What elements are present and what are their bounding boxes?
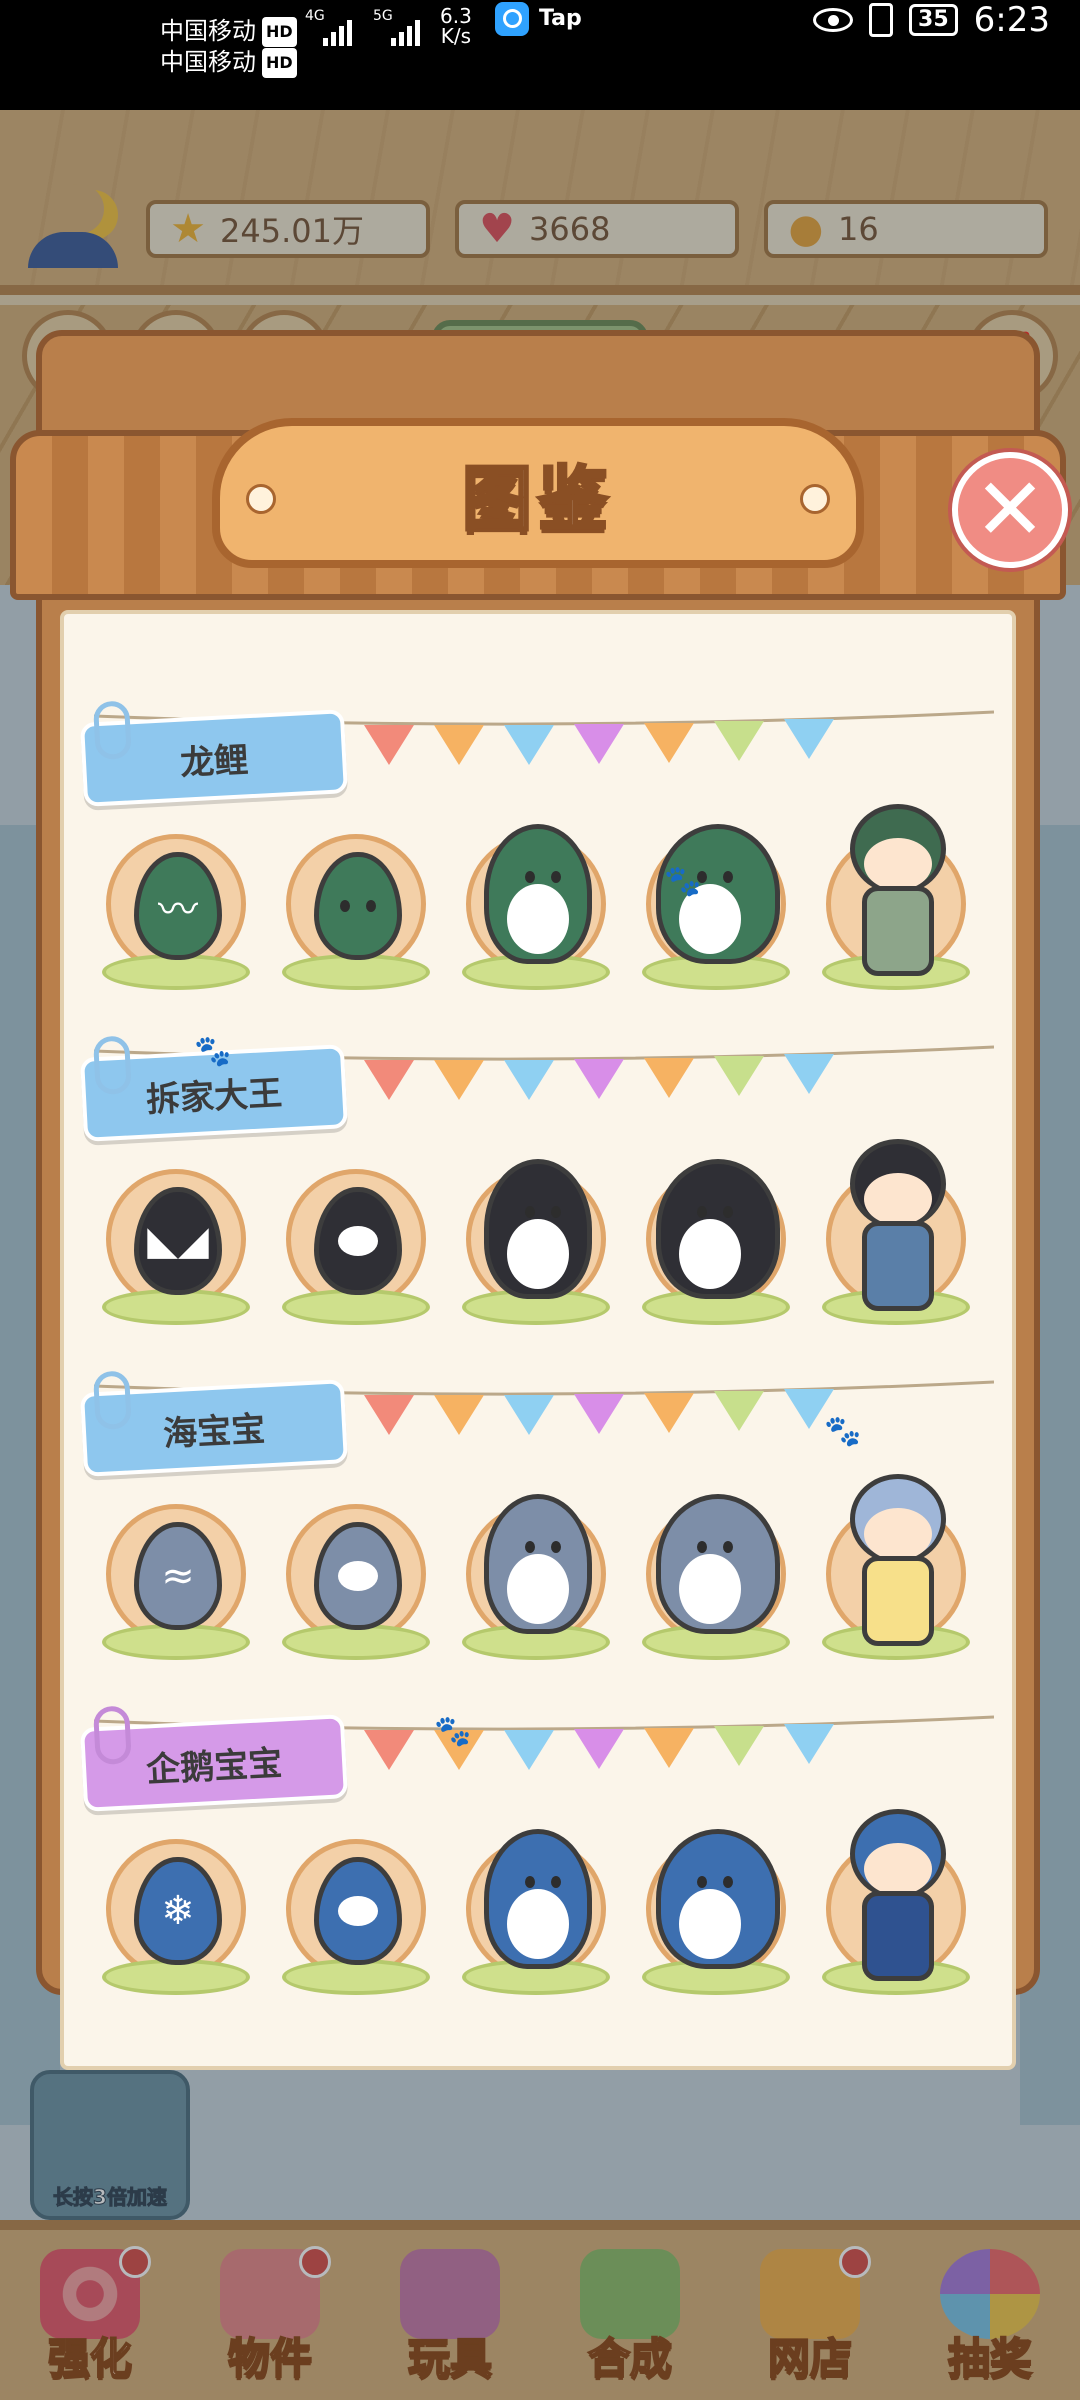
paw-print-icon: 🐾 xyxy=(664,864,702,899)
close-button[interactable]: ✕ xyxy=(952,452,1068,568)
speed-value: 6.3 xyxy=(440,4,472,28)
tap-notification: Tap xyxy=(495,2,582,36)
collection-slot[interactable] xyxy=(636,1474,796,1684)
collection-slot[interactable]: ❄ xyxy=(96,1809,256,2019)
collection-slot[interactable] xyxy=(636,1139,796,1349)
collection-slot[interactable] xyxy=(816,1139,976,1349)
penguin-icon xyxy=(656,1829,780,1969)
collection-slot[interactable] xyxy=(636,1809,796,2019)
collection-slot[interactable] xyxy=(456,1474,616,1684)
collection-slot[interactable]: 〰 xyxy=(96,804,256,1014)
dialog-title-plate: 图鉴 xyxy=(212,418,864,568)
collection-section-penguin: 企鹅宝宝 ❄ xyxy=(64,1705,1020,2029)
baby-dragon-icon xyxy=(484,824,592,964)
paperclip-icon xyxy=(92,1370,132,1431)
section-badge: 企鹅宝宝 xyxy=(79,1705,349,1812)
nav-label: 玩具 xyxy=(407,2333,493,2384)
carrier-1: 中国移动 xyxy=(160,17,256,45)
collection-section-haibaobao: 海宝宝 ≈ xyxy=(64,1370,1020,1694)
carrier-2: 中国移动 xyxy=(160,48,256,76)
nav-label: 强化 xyxy=(47,2333,133,2384)
paw-print-icon: 🐾 xyxy=(194,1034,232,1069)
paperclip-icon xyxy=(92,1705,132,1766)
network-speed: 6.3 K/s xyxy=(440,6,472,46)
paperclip-icon xyxy=(92,700,132,761)
collection-section-chaijia: 拆家大王 ◣◢ xyxy=(64,1035,1020,1359)
nav-label: 合成 xyxy=(587,2333,673,2384)
collection-section-longli: 龙鲤 〰 xyxy=(64,700,1020,1024)
nav-label: 抽奖 xyxy=(947,2333,1033,2384)
collection-slot[interactable]: ≈ xyxy=(96,1474,256,1684)
nav-label: 网店 xyxy=(767,2333,853,2384)
section-title: 企鹅宝宝 xyxy=(145,1742,284,1791)
nav-label: 物件 xyxy=(227,2333,313,2384)
status-right: 35 6:23 xyxy=(813,0,1050,40)
net-type-2: 5G xyxy=(373,8,393,24)
collection-slot[interactable] xyxy=(816,804,976,1014)
collection-slot[interactable] xyxy=(276,1474,436,1684)
collection-slot[interactable] xyxy=(636,804,796,1014)
collection-slot[interactable] xyxy=(276,1139,436,1349)
section-title: 龙鲤 xyxy=(179,739,250,784)
battery-icon: 35 xyxy=(909,4,958,36)
baby-seal-icon xyxy=(484,1494,592,1634)
dialog-title: 图鉴 xyxy=(461,456,614,541)
section-badge: 龙鲤 xyxy=(79,700,349,807)
vibrate-icon xyxy=(869,3,894,37)
carrier-info: 中国移动 HD 中国移动 HD xyxy=(160,16,297,78)
husky-icon xyxy=(656,1159,780,1299)
status-bar: 中国移动 HD 中国移动 HD 4G 5G 6.3 K/s Tap 35 6:23 xyxy=(0,0,1080,110)
net-type-1: 4G xyxy=(305,8,325,24)
collection-slot[interactable] xyxy=(276,1809,436,2019)
signal-bars-1-icon xyxy=(323,18,361,46)
paperclip-icon xyxy=(92,1035,132,1096)
close-icon: ✕ xyxy=(973,460,1047,560)
section-title: 拆家大王 xyxy=(145,1072,284,1121)
signal-bars-2-icon xyxy=(391,18,429,46)
section-badge: 海宝宝 xyxy=(79,1370,349,1477)
baby-penguin-icon xyxy=(484,1829,592,1969)
collection-slot[interactable] xyxy=(816,1809,976,2019)
taptap-icon xyxy=(495,2,529,36)
husky-puppy-icon xyxy=(484,1159,592,1299)
tap-label: Tap xyxy=(539,6,582,31)
speed-unit: K/s xyxy=(440,24,472,48)
seal-icon xyxy=(656,1494,780,1634)
paw-print-icon: 🐾 xyxy=(824,1414,862,1449)
collection-slot[interactable] xyxy=(276,804,436,1014)
hd-badge-1: HD xyxy=(262,17,297,47)
section-title: 海宝宝 xyxy=(162,1408,267,1455)
collection-sheet: 龙鲤 〰 拆家大王 ◣◢ 海宝宝 ≈ 企鹅宝宝 ❄ 🐾 🐾 🐾 🐾 xyxy=(60,610,1016,2070)
clock: 6:23 xyxy=(973,0,1050,40)
eye-comfort-icon xyxy=(813,8,854,32)
collection-slot[interactable]: ◣◢ xyxy=(96,1139,256,1349)
collection-slot[interactable] xyxy=(456,1809,616,2019)
collection-slot[interactable] xyxy=(456,1139,616,1349)
hd-badge-2: HD xyxy=(262,48,297,78)
paw-print-icon: 🐾 xyxy=(434,1714,472,1749)
collection-slot[interactable] xyxy=(816,1474,976,1684)
collection-slot[interactable] xyxy=(456,804,616,1014)
